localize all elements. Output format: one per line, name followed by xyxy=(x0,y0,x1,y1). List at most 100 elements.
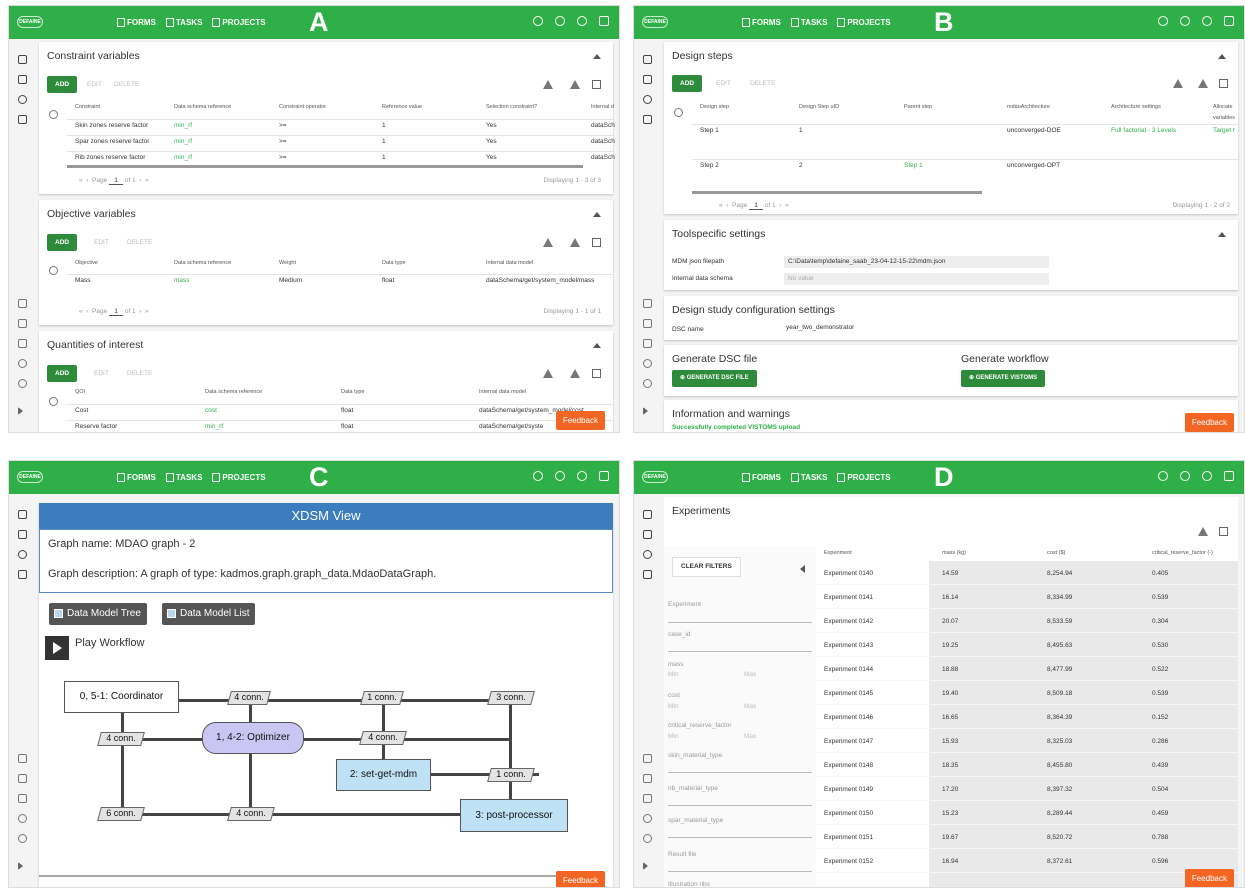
settings-icon[interactable] xyxy=(18,359,27,368)
add-button[interactable]: ADD xyxy=(47,365,78,382)
page-input[interactable]: 1 xyxy=(109,308,124,316)
settings-icon[interactable] xyxy=(18,814,27,823)
nav-tasks[interactable]: TASKS xyxy=(165,473,202,482)
mdm-filepath-field[interactable]: C:\Data\temp\defaine_saab_23-04-12-15-22… xyxy=(784,256,1049,268)
add-button[interactable]: ADD xyxy=(47,76,78,93)
upload-icon[interactable] xyxy=(1173,79,1183,88)
filter-cost-min[interactable]: Min xyxy=(668,703,678,710)
column-header[interactable]: Weight xyxy=(279,260,296,266)
dsc-name-value[interactable]: year_two_demonstrator xyxy=(786,324,854,331)
connection-badge[interactable]: 4 conn. xyxy=(227,691,271,705)
connection-badge[interactable]: 4 conn. xyxy=(97,732,145,746)
collapse-icon[interactable] xyxy=(593,343,601,348)
column-header[interactable]: Design step xyxy=(700,104,729,110)
cube-icon[interactable] xyxy=(643,570,652,579)
column-header[interactable]: Reference value xyxy=(382,104,422,110)
play-workflow-button[interactable] xyxy=(45,636,69,660)
table-cell[interactable]: Full factorial - 3 Levels xyxy=(1111,127,1176,134)
filter-result-input[interactable] xyxy=(668,871,812,872)
nav-projects[interactable]: PROJECTS xyxy=(837,473,891,482)
download-icon[interactable] xyxy=(1198,79,1208,88)
connection-badge[interactable]: 4 conn. xyxy=(359,731,407,745)
table-row[interactable] xyxy=(816,849,1238,873)
info-icon[interactable] xyxy=(18,379,27,388)
page-input[interactable]: 1 xyxy=(749,202,764,210)
info-icon[interactable] xyxy=(643,834,652,843)
add-button[interactable]: ADD xyxy=(47,234,78,251)
column-header[interactable]: Internal data model xyxy=(479,389,526,395)
connection-badge[interactable]: 6 conn. xyxy=(97,807,145,821)
expand-icon[interactable] xyxy=(18,862,23,870)
feedback-button[interactable]: Feedback xyxy=(555,871,605,887)
column-header[interactable]: Selection constraint? xyxy=(486,104,537,110)
user-icon[interactable] xyxy=(1202,16,1212,26)
filter-crf-min[interactable]: Min xyxy=(668,733,678,740)
table-cell[interactable]: min_rf xyxy=(174,138,192,145)
logout-icon[interactable] xyxy=(599,16,609,26)
diamond-icon[interactable] xyxy=(643,339,652,348)
import-icon[interactable] xyxy=(18,754,27,763)
table-row[interactable] xyxy=(816,657,1238,681)
nav-tasks[interactable]: TASKS xyxy=(790,18,827,27)
table-row[interactable] xyxy=(816,777,1238,801)
column-header[interactable]: Allocate xyxy=(1213,104,1233,110)
coordinator-node[interactable]: 0, 5-1: Coordinator xyxy=(64,681,179,713)
scrollbar[interactable] xyxy=(692,191,982,194)
connection-badge[interactable]: 4 conn. xyxy=(227,807,275,821)
column-header[interactable]: Data schema reference xyxy=(174,260,231,266)
app-logo[interactable]: DEFAINE xyxy=(642,16,668,28)
diamond-icon[interactable] xyxy=(18,339,27,348)
table-row[interactable] xyxy=(816,561,1238,585)
export-icon[interactable] xyxy=(1219,527,1228,536)
collapse-icon[interactable] xyxy=(1218,232,1226,237)
table-cell[interactable]: min_rf xyxy=(205,423,223,430)
table-row[interactable] xyxy=(816,825,1238,849)
app-logo[interactable]: DEFAINE xyxy=(17,16,43,28)
logout-icon[interactable] xyxy=(1224,16,1234,26)
column-header[interactable]: Architecture settings xyxy=(1111,104,1161,110)
cube-icon[interactable] xyxy=(18,570,27,579)
expand-icon[interactable] xyxy=(643,862,648,870)
table-row[interactable] xyxy=(816,801,1238,825)
app-logo[interactable]: DEFAINE xyxy=(642,471,668,483)
table-row[interactable] xyxy=(816,681,1238,705)
chat-icon[interactable] xyxy=(643,95,652,104)
filter-rib-select[interactable] xyxy=(668,805,812,806)
tag-icon[interactable] xyxy=(18,319,27,328)
edit-button[interactable]: EDIT xyxy=(94,234,109,251)
cube-icon[interactable] xyxy=(643,115,652,124)
column-header[interactable]: Internal d xyxy=(591,104,614,110)
data-model-list-button[interactable]: Data Model List xyxy=(162,603,256,625)
bookmark-icon[interactable] xyxy=(18,55,27,64)
column-header[interactable]: QOI xyxy=(75,389,85,395)
delete-button[interactable]: DELETE xyxy=(127,234,152,251)
download-icon[interactable] xyxy=(570,369,580,378)
column-header[interactable]: critical_reserve_factor (-) xyxy=(1152,550,1213,556)
column-header[interactable]: Data schema reference xyxy=(205,389,262,395)
scrollbar[interactable] xyxy=(67,165,583,168)
document-icon[interactable] xyxy=(643,530,652,539)
collapse-filters-icon[interactable] xyxy=(800,565,805,573)
collapse-icon[interactable] xyxy=(593,212,601,217)
table-cell[interactable]: cost xyxy=(205,407,217,414)
upload-icon[interactable] xyxy=(543,238,553,247)
upload-icon[interactable] xyxy=(543,80,553,89)
download-icon[interactable] xyxy=(1198,527,1208,536)
filter-case-id-input[interactable] xyxy=(668,651,812,652)
chat-icon[interactable] xyxy=(643,550,652,559)
settings-icon[interactable] xyxy=(643,814,652,823)
column-header[interactable]: Constraint operator xyxy=(279,104,326,110)
help-icon[interactable] xyxy=(1158,471,1168,481)
column-header[interactable]: Data schema reference xyxy=(174,104,231,110)
optimizer-node[interactable]: 1, 4-2: Optimizer xyxy=(202,722,304,754)
import-icon[interactable] xyxy=(643,299,652,308)
generate-vistoms-button[interactable]: ⊕ GENERATE VISTOMS xyxy=(961,370,1046,387)
delete-button[interactable]: DELETE xyxy=(114,76,139,93)
tag-icon[interactable] xyxy=(643,774,652,783)
generate-dsc-button[interactable]: ⊕ GENERATE DSC FILE xyxy=(672,370,757,387)
diamond-icon[interactable] xyxy=(643,794,652,803)
cube-icon[interactable] xyxy=(18,115,27,124)
export-icon[interactable] xyxy=(592,238,601,247)
bookmark-icon[interactable] xyxy=(18,510,27,519)
info-icon[interactable] xyxy=(18,834,27,843)
